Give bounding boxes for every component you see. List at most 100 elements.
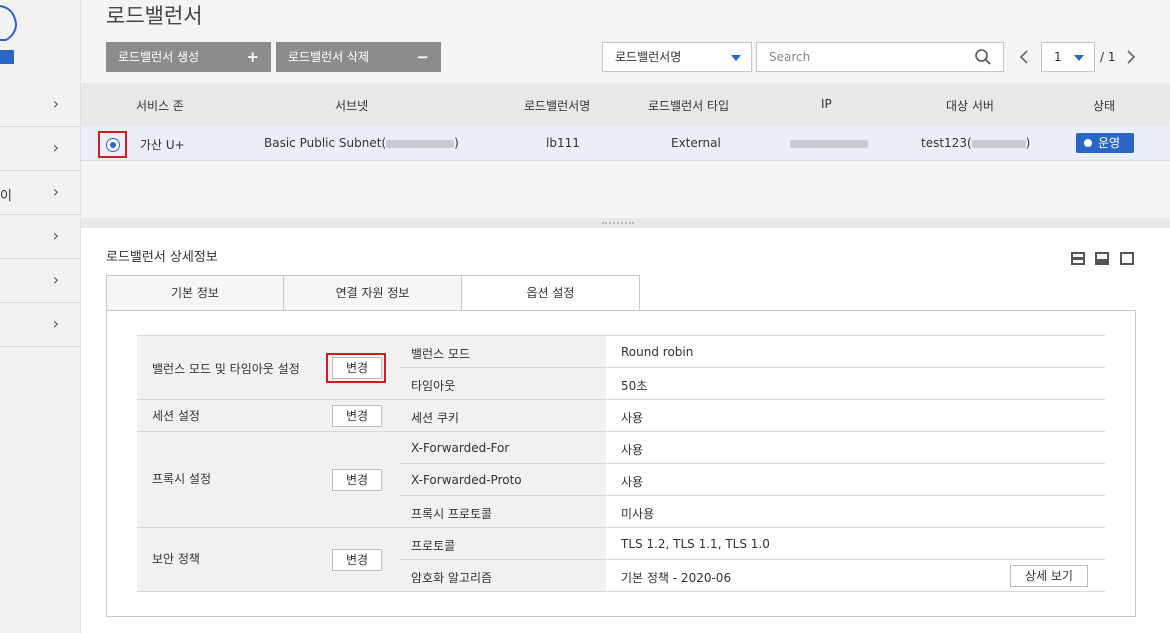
redacted-block: [790, 139, 868, 148]
column-header-name[interactable]: 로드밸런서명: [524, 97, 590, 114]
option-section-label: 프록시 설정: [152, 472, 212, 486]
minimize-panel-icon[interactable]: [1071, 252, 1085, 265]
option-section-session: 세션 설정 변경 세션 쿠키 사용: [137, 399, 1105, 432]
chevron-down-icon: [1074, 55, 1084, 61]
page-total: / 1: [1100, 50, 1116, 64]
table-header: 서비스 존 서브넷 로드밸런서명 로드밸런서 타입 IP 대상 서버 상태: [81, 83, 1170, 126]
page-number-select[interactable]: 1: [1041, 42, 1095, 72]
option-key-cell: X-Forwarded-For: [400, 432, 606, 463]
option-key: 프로토콜: [411, 539, 456, 553]
detail-panel: 로드밸런서 상세정보 기본 정보 연결 자원 정보 옵션 설정 밸런스 모드 및…: [81, 228, 1170, 633]
row-select-highlight: [98, 131, 127, 158]
tab-connected-resources[interactable]: 연결 자원 정보: [283, 275, 462, 310]
option-section-balance: 밸런스 모드 및 타임아웃 설정 변경 밸런스 모드 Round robin 타…: [137, 335, 1105, 400]
redacted-block: [971, 139, 1026, 148]
chevron-right-icon: ›: [52, 138, 59, 157]
option-section-proxy: 프록시 설정 변경 X-Forwarded-For 사용 X-Forwarded…: [137, 431, 1105, 528]
sidebar-item-5[interactable]: ›: [0, 259, 81, 303]
change-session-button[interactable]: 변경: [332, 405, 382, 427]
table-empty-area: [81, 161, 1170, 218]
tab-option-settings[interactable]: 옵션 설정: [461, 275, 640, 311]
option-section-label: 밸런스 모드 및 타임아웃 설정: [152, 362, 300, 376]
half-panel-icon[interactable]: [1095, 252, 1109, 265]
delete-loadbalancer-button[interactable]: 로드밸런서 삭제 −: [276, 42, 441, 72]
option-section-header: 보안 정책 변경: [137, 528, 400, 592]
option-section-label: 보안 정책: [152, 552, 200, 566]
cell-subnet-suffix: ): [454, 136, 459, 150]
cell-target-server: test123(): [921, 136, 1030, 150]
create-button-label: 로드밸런서 생성: [118, 50, 200, 64]
option-key: X-Forwarded-Proto: [411, 473, 522, 487]
cell-subnet-text: Basic Public Subnet(: [264, 136, 387, 150]
tab-basic-info[interactable]: 기본 정보: [106, 275, 284, 310]
panel-resize-handle[interactable]: [81, 218, 1170, 228]
cloud-logo-icon[interactable]: [0, 0, 20, 66]
detail-view-button[interactable]: 상세 보기: [1010, 565, 1088, 587]
column-header-zone[interactable]: 서비스 존: [136, 97, 184, 114]
change-proxy-button[interactable]: 변경: [332, 469, 382, 491]
option-key: 밸런스 모드: [411, 347, 471, 361]
sidebar-item-4[interactable]: ›: [0, 215, 81, 259]
option-section-label: 세션 설정: [152, 409, 200, 423]
sidebar-item-3[interactable]: 이 ›: [0, 171, 81, 215]
option-section-header: 세션 설정 변경: [137, 400, 400, 432]
option-settings-panel: 밸런스 모드 및 타임아웃 설정 변경 밸런스 모드 Round robin 타…: [106, 310, 1136, 617]
option-key: 프록시 프로토콜: [411, 507, 493, 521]
chevron-right-icon[interactable]: [1124, 47, 1138, 67]
cell-name: lb111: [546, 136, 580, 150]
maximize-panel-icon[interactable]: [1120, 252, 1134, 265]
cell-server-text: test123(: [921, 136, 972, 150]
change-balance-button[interactable]: 변경: [332, 357, 382, 379]
option-value: 사용: [621, 411, 644, 425]
search-input[interactable]: [769, 44, 969, 70]
column-header-subnet[interactable]: 서브넷: [335, 97, 368, 114]
chevron-right-icon: ›: [52, 314, 59, 333]
sidebar-item-1[interactable]: ›: [0, 83, 81, 127]
option-section-header: 프록시 설정 변경: [137, 432, 400, 528]
create-loadbalancer-button[interactable]: 로드밸런서 생성 +: [106, 42, 271, 72]
option-row: 타임아웃 50초: [400, 368, 1105, 400]
option-key-cell: 세션 쿠키: [400, 400, 606, 432]
option-value: 미사용: [621, 507, 655, 521]
option-key-cell: 암호화 알고리즘: [400, 560, 606, 592]
header: 로드밸런서 로드밸런서 생성 + 로드밸런서 삭제 − 로드밸런서명 1 / 1: [81, 0, 1170, 83]
column-header-target-server[interactable]: 대상 서버: [946, 97, 994, 114]
chevron-right-icon: ›: [52, 94, 59, 113]
cell-type: External: [671, 136, 721, 150]
option-key: 암호화 알고리즘: [411, 571, 493, 585]
detail-title: 로드밸런서 상세정보: [106, 250, 218, 265]
table-row[interactable]: 가산 U+ Basic Public Subnet() lb111 Extern…: [81, 126, 1170, 161]
plus-icon: +: [246, 48, 259, 66]
sidebar: › › 이 › › › ›: [0, 0, 81, 633]
cell-ip: [790, 136, 868, 150]
minus-icon: −: [416, 48, 429, 66]
divider: [137, 591, 1105, 592]
column-header-status[interactable]: 상태: [1093, 97, 1115, 114]
search-filter-select[interactable]: 로드밸런서명: [602, 42, 752, 72]
column-header-type[interactable]: 로드밸런서 타입: [648, 97, 729, 114]
delete-button-label: 로드밸런서 삭제: [288, 50, 370, 64]
cell-subnet: Basic Public Subnet(): [264, 136, 459, 150]
redacted-block: [386, 139, 455, 148]
chevron-left-icon[interactable]: [1017, 47, 1031, 67]
search-box: [756, 42, 1004, 72]
option-row: 밸런스 모드 Round robin: [400, 336, 1105, 368]
option-row: X-Forwarded-Proto 사용: [400, 464, 1105, 496]
option-row: 세션 쿠키 사용: [400, 400, 1105, 432]
sidebar-item-2[interactable]: ›: [0, 127, 81, 171]
option-key-cell: 타임아웃: [400, 368, 606, 400]
option-key-cell: 프록시 프로토콜: [400, 496, 606, 528]
change-security-button[interactable]: 변경: [332, 549, 382, 571]
option-row: X-Forwarded-For 사용: [400, 432, 1105, 464]
sidebar-item-6[interactable]: ›: [0, 303, 81, 347]
option-key-cell: 밸런스 모드: [400, 336, 606, 367]
option-key: 타임아웃: [411, 379, 456, 393]
chevron-right-icon: ›: [52, 270, 59, 289]
search-filter-value: 로드밸런서명: [615, 50, 682, 64]
row-radio-button[interactable]: [106, 138, 120, 152]
search-icon[interactable]: [975, 49, 991, 65]
column-header-ip[interactable]: IP: [821, 97, 832, 111]
chevron-right-icon: ›: [52, 226, 59, 245]
option-key-cell: 프로토콜: [400, 528, 606, 559]
cell-zone: 가산 U+: [140, 138, 185, 152]
